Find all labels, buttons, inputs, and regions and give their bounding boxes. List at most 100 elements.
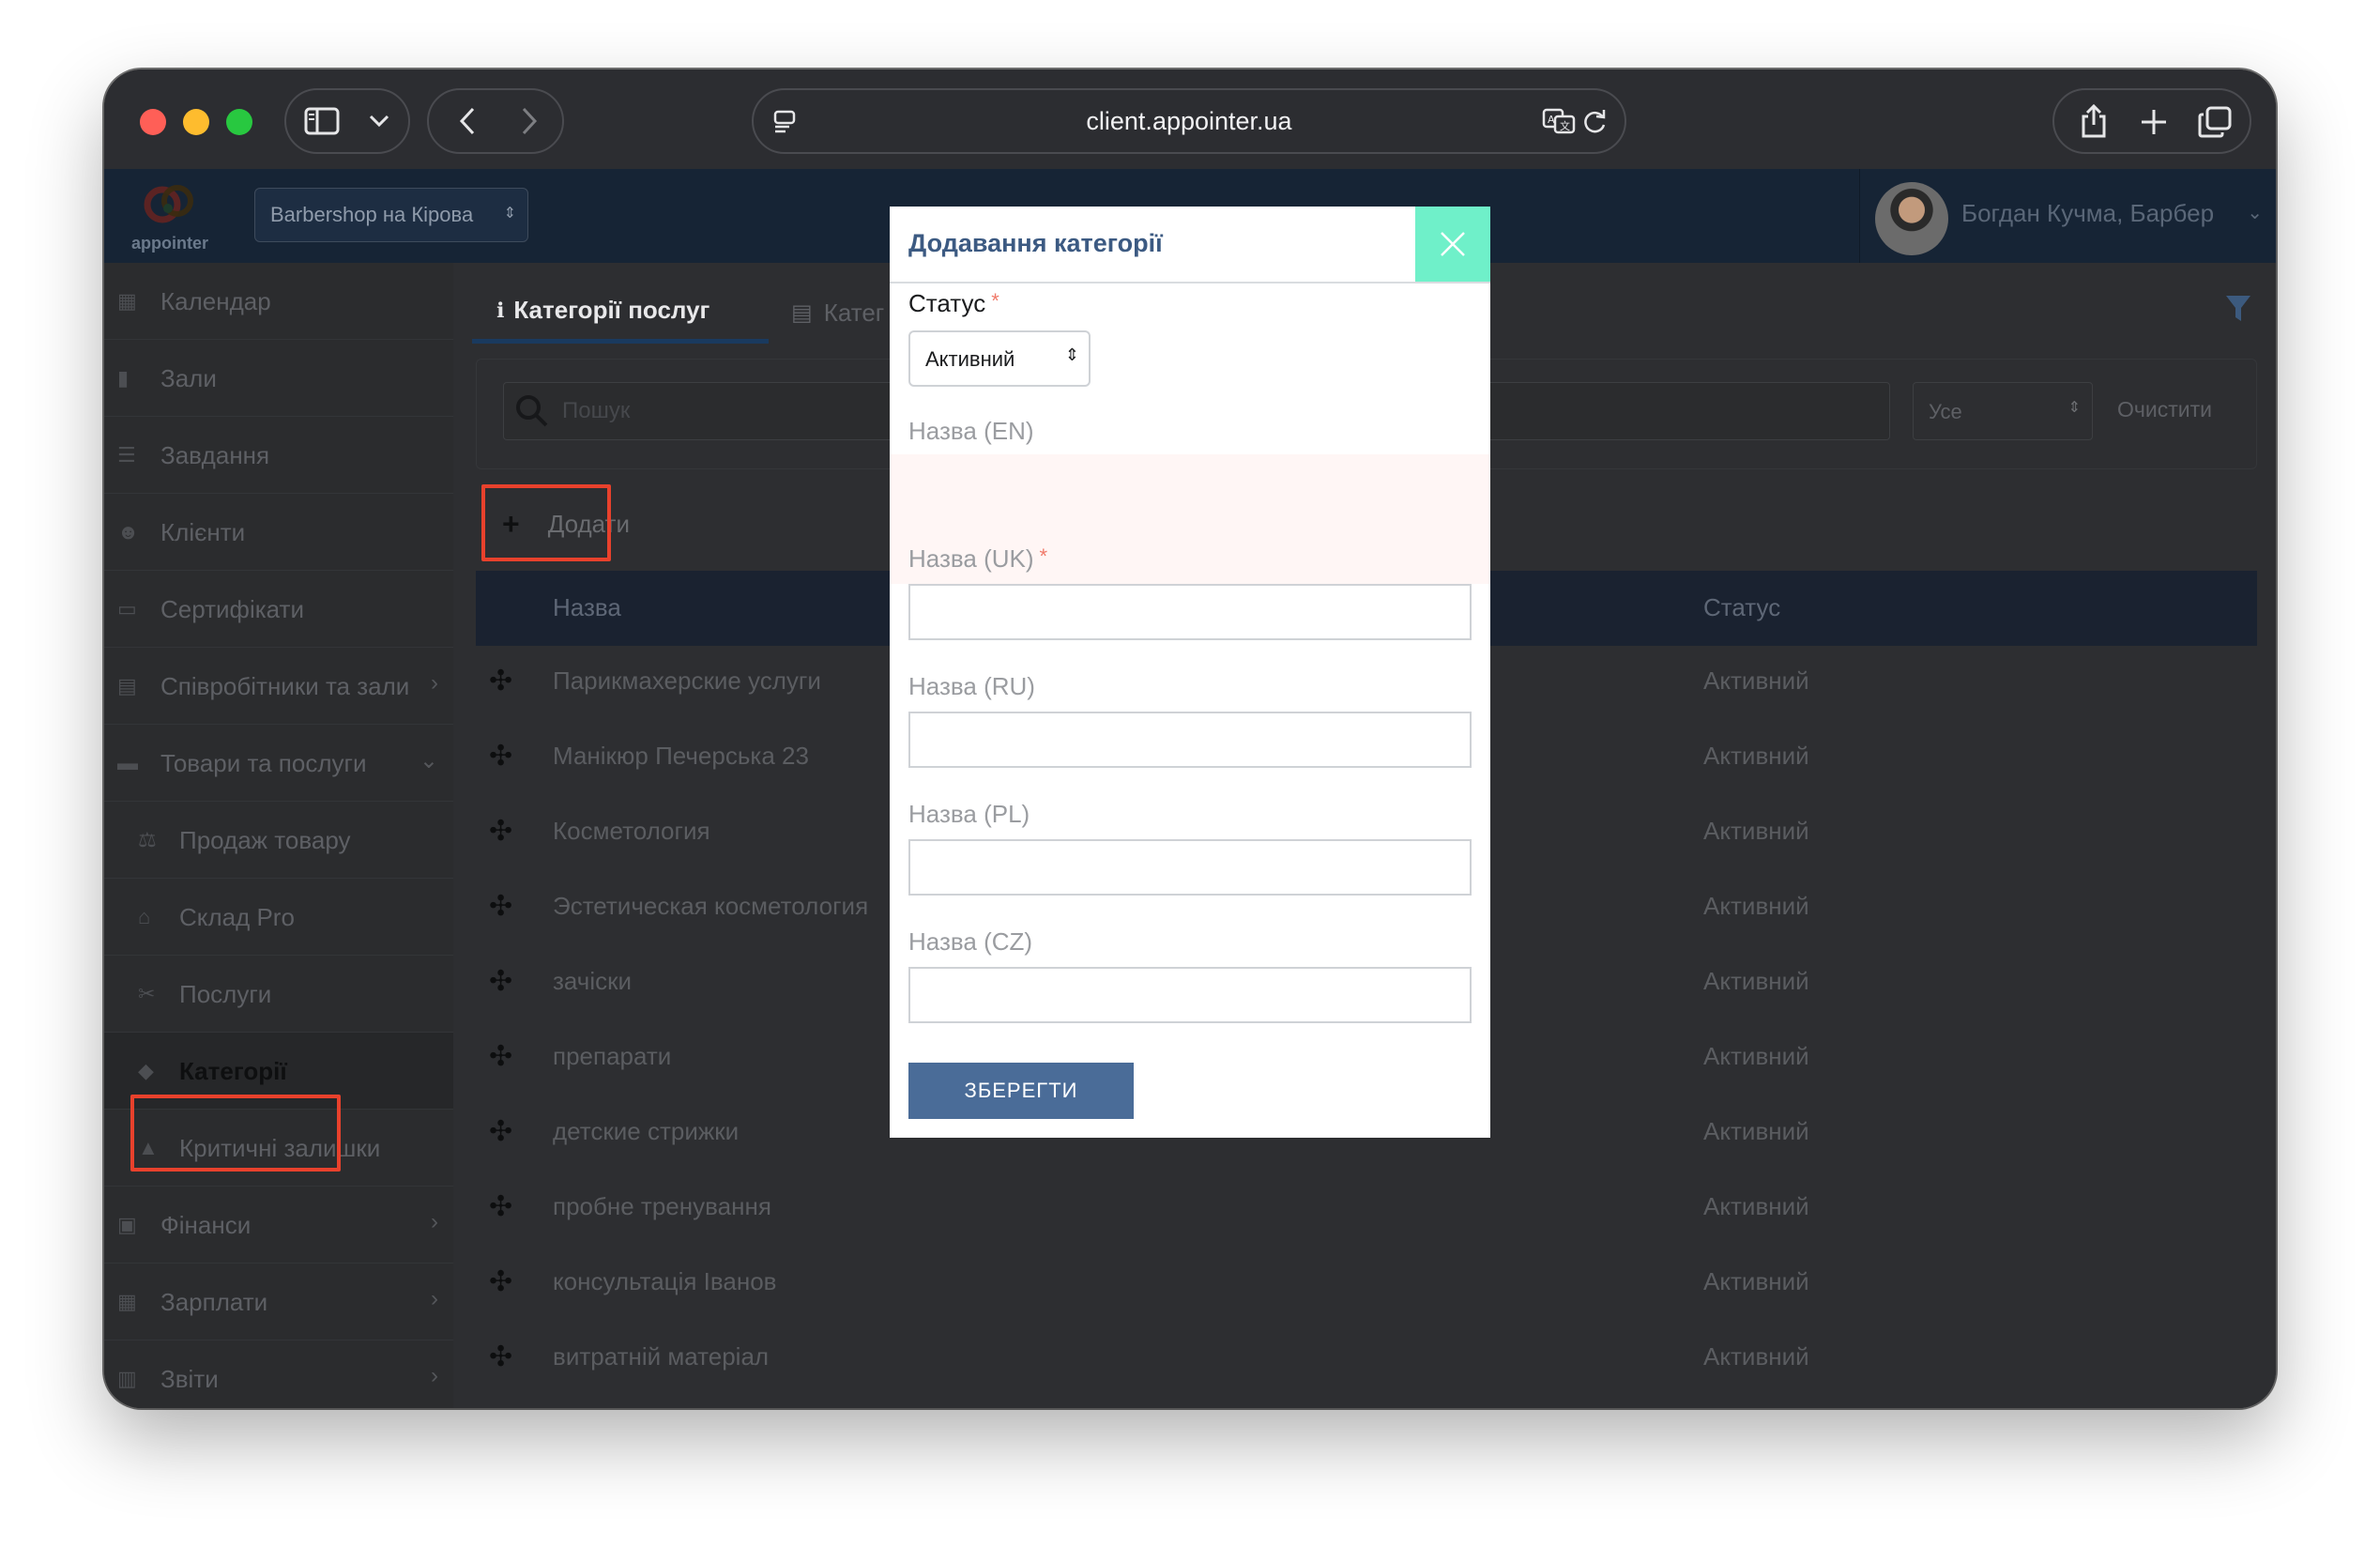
drag-handle-icon[interactable]: ✣ <box>489 818 515 846</box>
status-label-text: Статус <box>908 289 986 317</box>
save-button[interactable]: ЗБЕРЕГТИ <box>908 1063 1134 1119</box>
name-uk-input[interactable] <box>908 584 1472 640</box>
category-name: препарати <box>553 1042 672 1070</box>
category-status: Активний <box>1703 742 1809 770</box>
tasks-icon: ☰ <box>117 443 136 467</box>
sidebar-item-calendar[interactable]: ▦ Календар <box>104 263 453 340</box>
user-name: Богдан Кучма, Барбер <box>1961 199 2215 227</box>
drag-handle-icon[interactable]: ✣ <box>489 893 515 921</box>
sidebar-item-services[interactable]: ✂ Послуги <box>104 956 453 1033</box>
tab-overview-icon[interactable] <box>2195 103 2235 141</box>
sidebar-item-label: Склад Pro <box>179 903 295 931</box>
sidebar-item-label: Співробітники та зали <box>160 672 410 700</box>
sidebar-item-label: Завдання <box>160 441 270 469</box>
chevron-down-icon[interactable] <box>365 107 393 135</box>
category-status: Активний <box>1703 1267 1809 1295</box>
svg-text:文: 文 <box>1560 119 1570 132</box>
chevron-down-icon: ⌄ <box>2247 203 2263 223</box>
tab-categories-2[interactable]: ▤ Катег <box>780 282 884 344</box>
modal-header: Додавання категорії <box>890 207 1490 283</box>
branch-select-value: Barbershop на Кірова <box>270 203 474 226</box>
appointer-logo[interactable]: appointer <box>119 180 221 253</box>
tab-service-categories[interactable]: ℹ Категорії послуг <box>472 282 769 344</box>
drag-handle-icon[interactable]: ✣ <box>489 1343 515 1371</box>
sidebar-item-halls[interactable]: ▮ Зали <box>104 340 453 417</box>
category-name: Эстетическая косметология <box>553 892 869 920</box>
column-header-name[interactable]: Назва <box>553 593 621 622</box>
drag-handle-icon[interactable]: ✣ <box>489 1193 515 1221</box>
plus-icon: + <box>502 506 520 541</box>
status-filter-select[interactable]: Усе ⇕ <box>1913 382 2093 440</box>
warehouse-icon: ⌂ <box>138 905 151 928</box>
sidebar-item-salaries[interactable]: ▦ Зарплати › <box>104 1264 453 1340</box>
table-row[interactable]: ✣ консультація Іванов Активний <box>476 1247 2257 1322</box>
drag-handle-icon[interactable]: ✣ <box>489 1268 515 1296</box>
category-status: Активний <box>1703 817 1809 845</box>
sidebar-item-label: Критичні залишки <box>179 1134 381 1162</box>
svg-text:A: A <box>1548 114 1555 126</box>
drag-handle-icon[interactable]: ✣ <box>489 1118 515 1146</box>
filter-icon[interactable] <box>2225 295 2251 330</box>
category-name: консультація Іванов <box>553 1267 777 1295</box>
name-pl-input[interactable] <box>908 839 1472 896</box>
sidebar-item-label: Сертифікати <box>160 595 304 623</box>
bookmark-icon: ▮ <box>117 366 130 390</box>
sidebar-icon[interactable] <box>303 103 341 139</box>
sidebar-item-critical-stock[interactable]: ▲ Критичні залишки <box>104 1110 453 1187</box>
column-header-status[interactable]: Статус <box>1703 593 1780 622</box>
category-name: детские стрижки <box>553 1117 740 1145</box>
select-arrows-icon: ⇕ <box>2067 400 2081 416</box>
minimize-window-button[interactable] <box>183 109 209 135</box>
forward-icon[interactable] <box>513 105 545 137</box>
share-icon[interactable] <box>2075 101 2113 141</box>
navigation-group <box>427 88 564 154</box>
close-icon <box>1441 232 1465 256</box>
drag-handle-icon[interactable]: ✣ <box>489 968 515 996</box>
bar-chart-icon: ▥ <box>117 1367 137 1390</box>
sidebar-item-tasks[interactable]: ☰ Завдання <box>104 417 453 494</box>
chevron-right-icon: › <box>431 670 438 696</box>
chevron-down-icon: ⌄ <box>419 748 438 774</box>
user-menu[interactable]: Богдан Кучма, Барбер ⌄ <box>1859 169 2276 263</box>
sidebar-item-reports[interactable]: ▥ Звіти › <box>104 1340 453 1408</box>
translate-icon[interactable]: A文 <box>1540 105 1578 137</box>
sidebar-item-categories[interactable]: ◆ Категорії <box>104 1033 453 1110</box>
sidebar-item-label: Клієнти <box>160 518 246 546</box>
modal-close-button[interactable] <box>1415 207 1490 282</box>
sidebar-item-label: Звіти <box>160 1365 219 1393</box>
new-tab-icon[interactable] <box>2135 103 2173 141</box>
table-row[interactable]: ✣ пробне тренування Активний <box>476 1172 2257 1247</box>
reload-icon[interactable] <box>1579 105 1611 137</box>
back-icon[interactable] <box>451 105 483 137</box>
category-status: Активний <box>1703 1042 1809 1070</box>
close-window-button[interactable] <box>140 109 166 135</box>
drag-handle-icon[interactable]: ✣ <box>489 1043 515 1071</box>
id-card-icon: ▤ <box>117 674 137 697</box>
sidebar-item-warehouse[interactable]: ⌂ Склад Pro <box>104 879 453 956</box>
sidebar-item-label: Зали <box>160 364 217 392</box>
name-cz-input[interactable] <box>908 967 1472 1023</box>
sidebar-item-label: Фінанси <box>160 1211 252 1239</box>
sidebar-item-staff[interactable]: ▤ Співробітники та зали › <box>104 648 453 725</box>
drag-handle-icon[interactable]: ✣ <box>489 667 515 696</box>
branch-select[interactable]: Barbershop на Кірова ⇕ <box>254 188 528 242</box>
name-ru-input[interactable] <box>908 712 1472 768</box>
maximize-window-button[interactable] <box>226 109 252 135</box>
category-status: Активний <box>1703 1192 1809 1220</box>
address-bar[interactable]: client.appointer.ua A文 <box>752 88 1626 154</box>
tag-icon: ◆ <box>138 1059 154 1082</box>
sidebar-item-product-sales[interactable]: ⚖ Продаж товару <box>104 802 453 879</box>
required-marker: * <box>991 289 999 313</box>
sidebar-item-finance[interactable]: ▣ Фінанси › <box>104 1187 453 1264</box>
drag-handle-icon[interactable]: ✣ <box>489 743 515 771</box>
name-uk-label-text: Назва (UK) <box>908 544 1034 573</box>
sidebar-item-certificates[interactable]: ▭ Сертифікати <box>104 571 453 648</box>
certificate-icon: ▭ <box>117 597 137 620</box>
sidebar-item-clients[interactable]: ☻ Клієнти <box>104 494 453 571</box>
add-category-button[interactable]: + Додати <box>502 496 630 552</box>
table-row[interactable]: ✣ витратній матеріал Активний <box>476 1322 2257 1397</box>
category-name: Косметология <box>553 817 710 845</box>
sidebar-item-goods-services[interactable]: ▬ Товари та послуги ⌄ <box>104 725 453 802</box>
clear-filters-button[interactable]: Очистити <box>2117 397 2212 422</box>
status-select[interactable]: Активний ⇕ <box>908 330 1091 387</box>
